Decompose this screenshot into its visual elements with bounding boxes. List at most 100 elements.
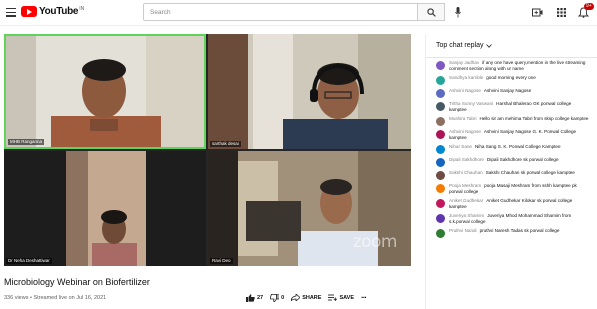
chat-message: Sakshi Chauhan Sakshi Chauhan sk porwal c… — [436, 170, 593, 181]
like-count: 27 — [257, 294, 264, 301]
video-actions: 27 0 SHARE SAVE ··· — [246, 293, 367, 302]
participant-video-image — [6, 36, 204, 147]
chat-mode-dropdown[interactable]: Top chat replay — [426, 34, 597, 58]
participant-tile: sarthak desai — [208, 34, 411, 149]
chat-message-text: Dipali Sakhdhore sk porwal college — [487, 157, 559, 163]
video-meta: 336 views • Streamed live on Jul 16, 202… — [4, 295, 107, 301]
chat-author-name[interactable]: Tirtha Sunny Vaswani — [449, 101, 493, 106]
participant-video-image — [4, 151, 206, 266]
chat-message: Tirtha Sunny Vaswani Harshal Bhalerao GK … — [436, 101, 593, 113]
zoom-watermark: zoom — [352, 232, 398, 252]
chat-message: Pruthvi Nandi pruthvi Naresh Tadas sk por… — [436, 228, 593, 238]
chat-author-name[interactable]: Ashvini Nagose — [449, 129, 481, 134]
logo-region: IN — [79, 6, 85, 12]
chat-message: Sandhya kamble good morning every one — [436, 75, 593, 85]
chat-message-text: Ashvini Sanjay Nagose — [483, 88, 532, 93]
chat-avatar[interactable] — [436, 171, 445, 181]
chat-message: Pooja Meshram pooja Masaji Meshram from s… — [436, 183, 593, 195]
participant-tile: MHB Ranganna — [4, 34, 206, 149]
chat-message-body: Ashvini Nagose Ashvini Sanjay Nagose G. K… — [449, 129, 589, 141]
chat-message-body: Mushira Tabri Hello sir am mehima Tabri f… — [449, 116, 589, 122]
chat-message-body: Sanjay Jadhav if any one have query,menti… — [449, 60, 589, 72]
chat-message-text: Niha Sang S. K. Ponwal College Kamptee — [474, 144, 561, 149]
chat-avatar[interactable] — [436, 145, 445, 154]
chat-avatar[interactable] — [436, 117, 445, 126]
apps-icon[interactable] — [556, 7, 567, 18]
top-bar: YouTube IN Search 9+ — [0, 0, 597, 26]
chat-message: Ashvini Nagose Ashvini Sanjay Nagose — [436, 88, 593, 98]
chat-message-text: good morning every one — [486, 74, 536, 80]
notification-count-badge: 9+ — [584, 3, 594, 10]
chat-avatar[interactable] — [436, 199, 445, 209]
chat-author-name[interactable]: Ashvini Nagose — [449, 88, 481, 93]
participant-name: Dr Neha Deshattiwar — [6, 258, 52, 264]
chat-avatar[interactable] — [436, 214, 445, 224]
chat-message-body: Sakshi Chauhan Sakshi Chauhan sk porwal c… — [449, 170, 589, 176]
like-button[interactable]: 27 — [246, 293, 264, 302]
chat-message: Sanjay Jadhav if any one have query,menti… — [436, 60, 593, 72]
thumbs-up-icon — [246, 293, 255, 302]
chat-message: Dipali Sakhdhore Dipali Sakhdhore sk porw… — [436, 157, 593, 168]
chat-avatar[interactable] — [436, 75, 445, 85]
video-player[interactable]: MHB Ranganna sarthak desai Dr Neha Desha… — [4, 34, 411, 266]
save-to-playlist-icon — [328, 294, 338, 301]
chevron-down-icon — [486, 43, 493, 48]
chat-message-body: Sandhya kamble good morning every one — [449, 75, 589, 81]
participant-name: MHB Ranganna — [8, 139, 45, 145]
search-button[interactable] — [418, 3, 445, 21]
chat-author-name[interactable]: Nihar Sane — [449, 144, 472, 149]
chat-message: Ashvini Nagose Ashvini Sanjay Nagose G. K… — [436, 129, 593, 141]
thumbs-down-icon — [270, 293, 280, 302]
logo-text: YouTube — [39, 6, 79, 17]
chat-message: Juveriya Shamim Juveriya Mhod Mohammad Sh… — [436, 213, 593, 225]
search-icon — [426, 7, 436, 17]
more-options-icon[interactable]: ··· — [361, 293, 367, 302]
chat-message: Nihar Sane Niha Sang S. K. Ponwal College… — [436, 144, 593, 154]
chat-author-name[interactable]: Dipali Sakhdhore — [449, 157, 484, 162]
participant-tile: Ravi Deo zoom — [208, 151, 411, 266]
share-icon — [291, 294, 301, 301]
create-video-icon[interactable] — [532, 7, 543, 18]
chat-avatar[interactable] — [436, 184, 445, 194]
chat-author-name[interactable]: Pruthvi Nandi — [449, 228, 477, 233]
dislike-count: 0 — [281, 294, 285, 301]
chat-message-body: Aniket Gudhekar Aniket Gudhekar Kilokar s… — [449, 198, 589, 210]
chat-mode-label: Top chat replay — [436, 42, 484, 49]
chat-avatar[interactable] — [436, 158, 445, 168]
menu-icon[interactable] — [6, 8, 16, 17]
chat-message-body: Ashvini Nagose Ashvini Sanjay Nagose — [449, 88, 589, 94]
chat-author-name[interactable]: Sanjay Jadhav — [449, 60, 479, 65]
chat-avatar[interactable] — [436, 89, 445, 98]
chat-message-body: Dipali Sakhdhore Dipali Sakhdhore sk porw… — [449, 157, 589, 163]
save-button[interactable]: SAVE — [328, 294, 354, 301]
chat-avatar[interactable] — [436, 130, 445, 140]
chat-message-body: Pooja Meshram pooja Masaji Meshram from s… — [449, 183, 589, 195]
chat-message-body: Tirtha Sunny Vaswani Harshal Bhalerao GK … — [449, 101, 589, 113]
chat-avatar[interactable] — [436, 102, 445, 112]
youtube-logo[interactable]: YouTube IN — [21, 6, 84, 17]
participant-name: Ravi Deo — [210, 258, 233, 264]
search-input[interactable]: Search — [143, 3, 418, 21]
chat-author-name[interactable]: Sandhya kamble — [449, 75, 483, 80]
share-button[interactable]: SHARE — [291, 294, 321, 301]
share-label: SHARE — [302, 294, 322, 301]
chat-message: Aniket Gudhekar Aniket Gudhekar Kilokar s… — [436, 198, 593, 210]
chat-message-text: pruthvi Naresh Tadas sk porwal college — [479, 228, 560, 233]
chat-avatar[interactable] — [436, 229, 445, 238]
chat-author-name[interactable]: Sakshi Chauhan — [449, 170, 483, 175]
chat-message: Mushira Tabri Hello sir am mehima Tabri f… — [436, 116, 593, 126]
chat-message-list: Sanjay Jadhav if any one have query,menti… — [426, 58, 597, 238]
dislike-button[interactable]: 0 — [270, 293, 285, 302]
chat-author-name[interactable]: Juveriya Shamim — [449, 213, 484, 218]
chat-author-name[interactable]: Pooja Meshram — [449, 183, 481, 188]
chat-message-body: Pruthvi Nandi pruthvi Naresh Tadas sk por… — [449, 228, 589, 234]
chat-message-body: Nihar Sane Niha Sang S. K. Ponwal College… — [449, 144, 589, 150]
save-label: SAVE — [339, 294, 355, 301]
chat-author-name[interactable]: Mushira Tabri — [449, 116, 477, 121]
video-title: Microbiology Webinar on Biofertilizer — [4, 277, 150, 287]
mic-icon[interactable] — [455, 7, 461, 18]
chat-message-text: Sakshi Chauhan sk porwal college kamptee — [485, 170, 575, 176]
participant-video-image — [208, 34, 411, 149]
chat-author-name[interactable]: Aniket Gudhekar — [449, 198, 483, 203]
chat-avatar[interactable] — [436, 61, 445, 70]
